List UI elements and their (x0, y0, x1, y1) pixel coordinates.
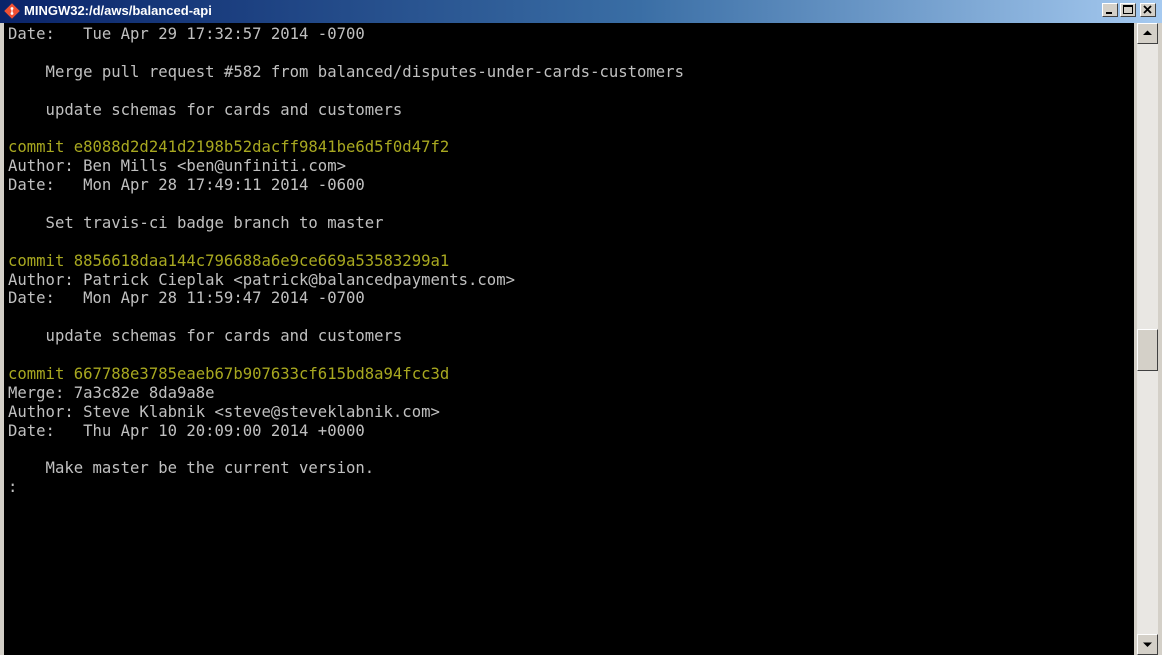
terminal-line: Author: Steve Klabnik <steve@steveklabni… (8, 402, 440, 421)
terminal-line: Make master be the current version. (8, 459, 375, 478)
commit-hash-line: commit e8088d2d241d2198b52dacff9841be6d5… (8, 138, 450, 157)
terminal-line: Author: Patrick Cieplak <patrick@balance… (8, 270, 515, 289)
terminal-lines: Date: Tue Apr 29 17:32:57 2014 -0700 Mer… (8, 25, 684, 497)
terminal-line: update schemas for cards and customers (8, 100, 403, 119)
arrow-down-icon (1143, 642, 1152, 647)
arrow-up-icon (1143, 30, 1152, 35)
terminal-line: : (8, 478, 18, 497)
title-bar[interactable]: MINGW32:/d/aws/balanced-api (0, 0, 1162, 23)
commit-hash-line: commit 667788e3785eaeb67b907633cf615bd8a… (8, 365, 450, 384)
window-title: MINGW32:/d/aws/balanced-api (24, 3, 212, 18)
commit-hash-line: commit 8856618daa144c796688a6e9ce669a535… (8, 251, 450, 270)
close-button[interactable] (1140, 3, 1156, 17)
terminal-line: Merge pull request #582 from balanced/di… (8, 62, 684, 81)
minimize-icon (1106, 12, 1112, 14)
terminal-line: Author: Ben Mills <ben@unfiniti.com> (8, 157, 346, 176)
terminal-output[interactable]: Date: Tue Apr 29 17:32:57 2014 -0700 Mer… (4, 23, 1134, 655)
terminal-line: Set travis-ci badge branch to master (8, 213, 384, 232)
vertical-scrollbar[interactable] (1137, 23, 1158, 655)
minimize-button[interactable] (1102, 3, 1118, 17)
close-icon (1143, 5, 1152, 14)
terminal-line: Date: Mon Apr 28 17:49:11 2014 -0600 (8, 176, 365, 195)
git-icon (4, 3, 20, 19)
terminal-line: Date: Mon Apr 28 11:59:47 2014 -0700 (8, 289, 365, 308)
scroll-down-button[interactable] (1137, 634, 1158, 655)
scroll-thumb[interactable] (1137, 328, 1158, 371)
terminal-line: update schemas for cards and customers (8, 327, 403, 346)
terminal-line: Date: Tue Apr 29 17:32:57 2014 -0700 (8, 25, 365, 43)
maximize-button[interactable] (1120, 3, 1136, 17)
terminal-line: Merge: 7a3c82e 8da9a8e (8, 383, 215, 402)
terminal-line: Date: Thu Apr 10 20:09:00 2014 +0000 (8, 421, 365, 440)
terminal-window: MINGW32:/d/aws/balanced-api Date: Tue Ap… (0, 0, 1162, 655)
scroll-up-button[interactable] (1137, 23, 1158, 44)
maximize-icon (1123, 5, 1133, 14)
